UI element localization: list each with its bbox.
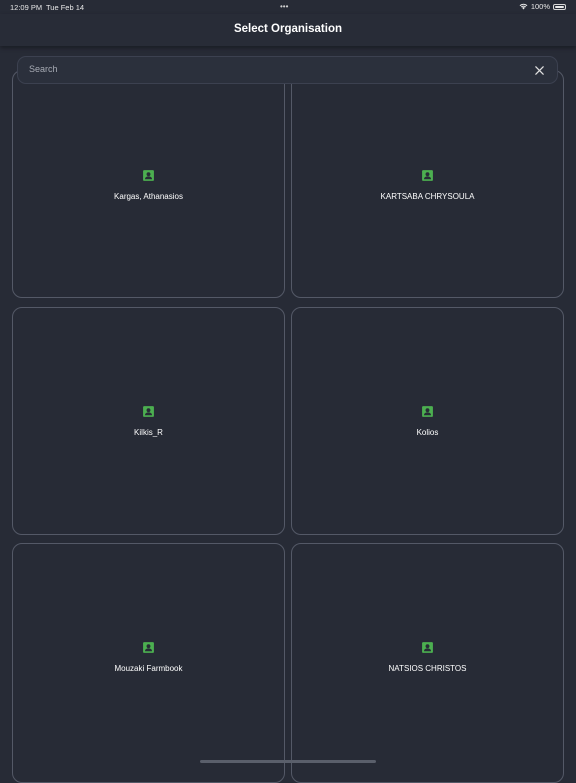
search-box	[17, 56, 558, 84]
account-box-icon	[143, 170, 154, 181]
organisation-name: NATSIOS CHRISTOS	[388, 664, 467, 673]
organisation-name: Mouzaki Farmbook	[114, 664, 183, 673]
account-box-icon	[422, 170, 433, 181]
page-title: Select Organisation	[233, 23, 342, 35]
account-box-icon	[422, 406, 433, 417]
close-icon[interactable]	[534, 65, 545, 76]
organisation-card[interactable]: Kargas, Athanasios	[12, 70, 285, 298]
navigation-bar: Select Organisation	[0, 14, 576, 46]
account-box-icon	[143, 642, 154, 653]
organisation-card[interactable]: Kolios	[291, 307, 564, 535]
organisation-name: Kargas, Athanasios	[114, 192, 183, 201]
organisation-card[interactable]: Kilkis_R	[12, 307, 285, 535]
organisation-grid: Kargas, Athanasios KARTSABA CHRYSOULA Ki…	[0, 0, 576, 783]
organisation-card[interactable]: KARTSABA CHRYSOULA	[291, 70, 564, 298]
organisation-card[interactable]: Mouzaki Farmbook	[12, 543, 285, 783]
organisation-name: Kolios	[416, 428, 439, 437]
organisation-card[interactable]: NATSIOS CHRISTOS	[291, 543, 564, 783]
account-box-icon	[143, 406, 154, 417]
organisation-name: KARTSABA CHRYSOULA	[380, 192, 475, 201]
search-input[interactable]	[29, 64, 509, 74]
account-box-icon	[422, 642, 433, 653]
organisation-name: Kilkis_R	[134, 428, 163, 437]
home-indicator[interactable]	[200, 760, 376, 763]
